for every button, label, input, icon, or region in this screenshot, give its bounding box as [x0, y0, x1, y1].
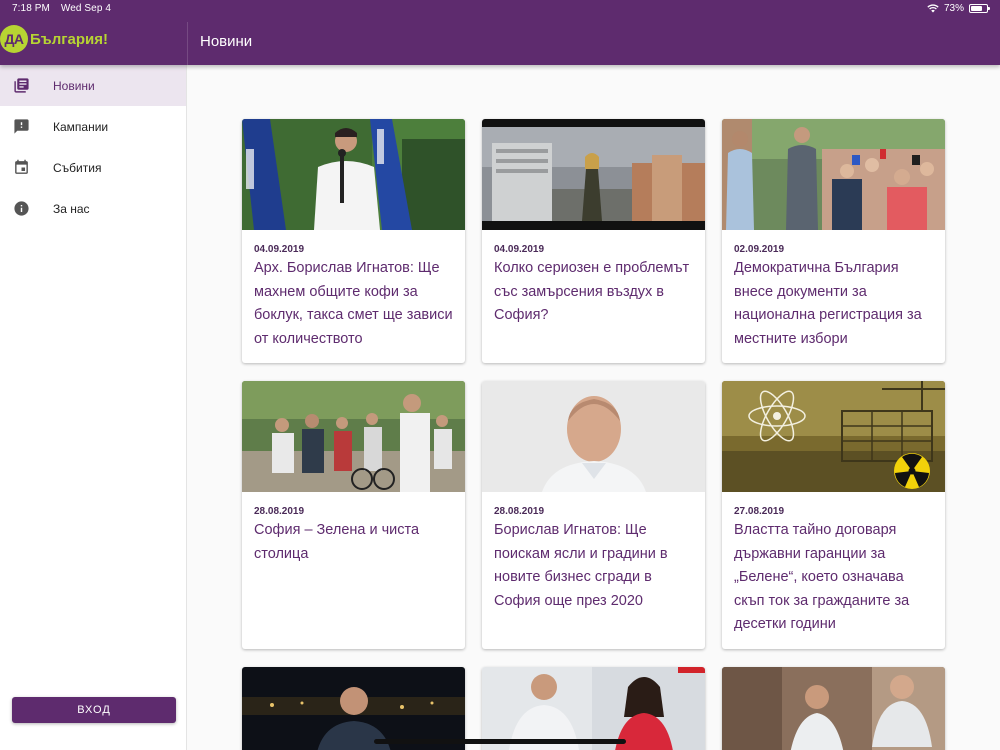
login-button[interactable]: ВХОД: [12, 697, 176, 723]
news-title: Колко сериозен е проблемът със замърсени…: [494, 260, 690, 323]
news-thumbnail: [482, 667, 705, 750]
news-thumbnail: [722, 381, 945, 492]
home-indicator[interactable]: [374, 739, 626, 744]
news-title: София – Зелена и чиста столица: [254, 522, 420, 562]
status-date: Wed Sep 4: [60, 3, 112, 14]
news-card[interactable]: [722, 667, 945, 750]
wifi-icon: [927, 4, 939, 13]
news-date: 28.08.2019: [254, 506, 305, 517]
news-card[interactable]: 02.09.2019 Демократична България внесе д…: [722, 119, 945, 363]
news-card[interactable]: 04.09.2019 Арх. Борислав Игнатов: Ще мах…: [242, 119, 465, 363]
sidebar-item-label: За нас: [53, 201, 90, 216]
sidebar-item-label: Кампании: [53, 119, 109, 134]
brand-badge: ДА: [0, 25, 28, 53]
calendar-icon: [12, 159, 30, 177]
sidebar-item-label: Новини: [53, 78, 95, 93]
news-card[interactable]: [242, 667, 465, 750]
sidebar-item-campaigns[interactable]: Кампании: [0, 106, 186, 147]
news-thumbnail: [722, 667, 945, 750]
appbar-divider: [187, 22, 188, 65]
status-time: 7:18 PM: [12, 3, 50, 14]
sidebar-item-news[interactable]: Новини: [0, 65, 186, 106]
sidebar-item-label: Събития: [53, 160, 102, 175]
news-card[interactable]: 28.08.2019 София – Зелена и чиста столиц…: [242, 381, 465, 649]
battery-percent: 73%: [943, 3, 964, 14]
brand-name: България!: [30, 30, 108, 48]
news-date: 04.09.2019: [254, 244, 305, 255]
news-thumbnail: [242, 119, 465, 230]
news-title: Арх. Борислав Игнатов: Ще махнем общите …: [254, 260, 453, 347]
brand-logo: ДА България!: [0, 25, 108, 53]
news-thumbnail: [722, 119, 945, 230]
news-card[interactable]: 28.08.2019 Борислав Игнатов: Ще поискам …: [482, 381, 705, 649]
feedback-icon: [12, 118, 30, 136]
top-app-bar: 7:18 PM Wed Sep 4 73% ДА България! Новин…: [0, 0, 1000, 65]
news-card[interactable]: 27.08.2019 Властта тайно договаря държав…: [722, 381, 945, 649]
news-thumbnail: [242, 667, 465, 750]
news-thumbnail: [482, 119, 705, 230]
news-date: 27.08.2019: [734, 506, 785, 517]
news-card[interactable]: [482, 667, 705, 750]
news-date: 28.08.2019: [494, 506, 545, 517]
news-card[interactable]: 04.09.2019 Колко сериозен е проблемът съ…: [482, 119, 705, 363]
newspaper-icon: [12, 77, 30, 95]
news-thumbnail: [242, 381, 465, 492]
status-bar-right: 73%: [927, 3, 990, 14]
news-title: Демократична България внесе документи за…: [734, 260, 922, 347]
sidebar: Новини Кампании Събития За нас ВХОД: [0, 65, 187, 750]
sidebar-item-about[interactable]: За нас: [0, 188, 186, 229]
news-date: 04.09.2019: [494, 244, 545, 255]
news-title: Борислав Игнатов: Ще поискам ясли и град…: [494, 522, 668, 609]
news-date: 02.09.2019: [734, 244, 785, 255]
info-icon: [12, 200, 30, 218]
status-bar-left: 7:18 PM Wed Sep 4: [12, 3, 119, 14]
news-thumbnail: [482, 381, 705, 492]
page-title: Новини: [200, 33, 253, 50]
sidebar-item-events[interactable]: Събития: [0, 147, 186, 188]
battery-icon: [969, 4, 990, 13]
news-title: Властта тайно договаря държавни гаранции…: [734, 522, 910, 632]
